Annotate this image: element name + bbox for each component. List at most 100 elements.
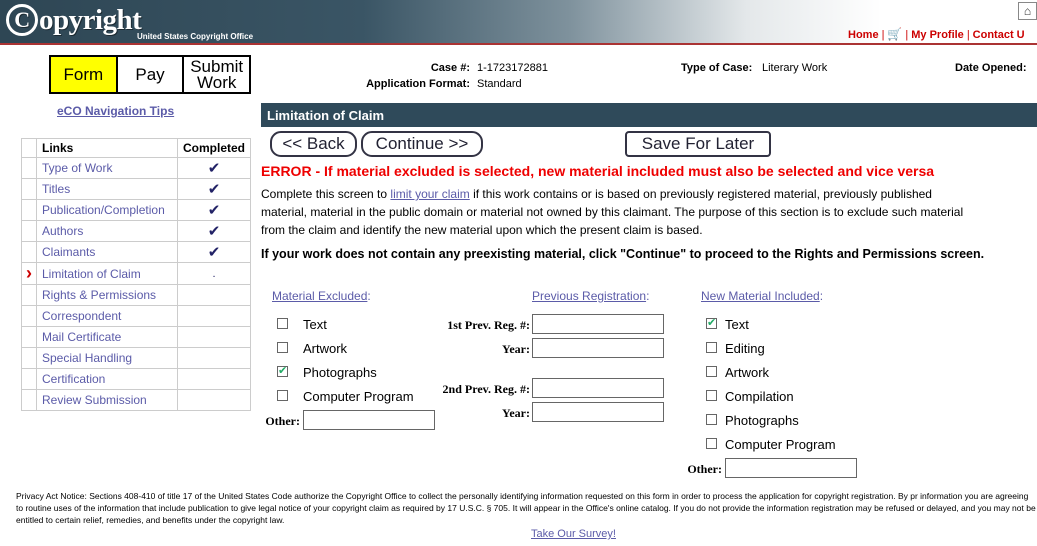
excluded-computer-program-checkbox[interactable] xyxy=(277,390,288,401)
new-computer-program-label: Computer Program xyxy=(725,437,836,452)
excluded-other-input[interactable] xyxy=(303,410,435,430)
new-compilation-label: Compilation xyxy=(725,389,794,404)
first-year-input[interactable] xyxy=(532,338,664,358)
row-marker xyxy=(21,389,37,411)
link-rights-permissions[interactable]: Rights & Permissions xyxy=(42,288,156,302)
step-form[interactable]: Form xyxy=(51,57,118,92)
marker-header xyxy=(21,138,37,158)
nav-separator: | xyxy=(966,29,970,41)
new-text-checkbox[interactable]: ✔ xyxy=(706,318,717,329)
link-special-handling[interactable]: Special Handling xyxy=(42,351,132,365)
link-review-submission[interactable]: Review Submission xyxy=(42,393,147,407)
link-correspondent[interactable]: Correspondent xyxy=(42,309,121,323)
new-material-heading: New Material Included: xyxy=(701,289,824,303)
navigation-tips-link[interactable]: eCO Navigation Tips xyxy=(57,104,174,118)
table-row: Rights & Permissions xyxy=(21,284,252,306)
logo-subtitle: United States Copyright Office xyxy=(137,32,254,41)
copyright-logo[interactable]: Copyright xyxy=(6,4,142,36)
intro-text: Complete this screen to limit your claim… xyxy=(261,185,981,239)
first-prev-reg-label: 1st Prev. Reg. #: xyxy=(447,318,530,332)
link-mail-certificate[interactable]: Mail Certificate xyxy=(42,330,121,344)
links-table-header: Links Completed xyxy=(21,138,252,158)
continue-button[interactable]: Continue >> xyxy=(361,131,483,157)
new-other-input[interactable] xyxy=(725,458,857,478)
links-column-header: Links xyxy=(36,138,178,158)
excluded-text-label: Text xyxy=(303,317,327,332)
home-icon[interactable]: ⌂ xyxy=(1018,2,1037,20)
row-marker xyxy=(21,326,37,348)
save-for-later-button[interactable]: Save For Later xyxy=(625,131,771,157)
logo-text: opyright xyxy=(39,4,142,36)
section-title: Limitation of Claim xyxy=(261,103,1037,127)
link-publication-completion[interactable]: Publication/Completion xyxy=(42,203,165,217)
table-row: Authors ✔ xyxy=(21,220,252,242)
new-photographs-checkbox[interactable] xyxy=(706,414,717,425)
second-prev-reg-label: 2nd Prev. Reg. #: xyxy=(442,382,530,396)
top-nav: Home | 🛒 | My Profile | Contact U xyxy=(848,27,1025,41)
table-row: Special Handling xyxy=(21,347,252,369)
completed-check-icon: ✔ xyxy=(176,199,252,221)
first-prev-reg-input[interactable] xyxy=(532,314,664,334)
new-compilation-checkbox[interactable] xyxy=(706,390,717,401)
link-claimants[interactable]: Claimants xyxy=(42,245,95,259)
row-marker xyxy=(21,347,37,369)
row-marker xyxy=(21,199,37,221)
type-of-case-label: Type of Case: xyxy=(681,62,753,74)
row-marker xyxy=(21,178,37,200)
new-photographs-label: Photographs xyxy=(725,413,799,428)
type-of-case-value: Literary Work xyxy=(762,62,828,74)
copyright-c-icon: C xyxy=(6,4,38,36)
excluded-artwork-checkbox[interactable] xyxy=(277,342,288,353)
excluded-text-checkbox[interactable] xyxy=(277,318,288,329)
intro-text-before: Complete this screen to xyxy=(261,187,391,201)
completed-status xyxy=(176,284,252,306)
completed-status xyxy=(176,305,252,327)
table-row: Certification xyxy=(21,368,252,390)
excluded-other-label: Other: xyxy=(265,414,300,428)
row-marker xyxy=(21,305,37,327)
new-computer-program-checkbox[interactable] xyxy=(706,438,717,449)
step-pay[interactable]: Pay xyxy=(117,57,185,92)
material-excluded-heading: Material Excluded: xyxy=(272,289,371,303)
completed-status xyxy=(176,347,252,369)
row-marker xyxy=(21,157,37,179)
limit-your-claim-link[interactable]: limit your claim xyxy=(390,187,469,201)
error-message: ERROR - If material excluded is selected… xyxy=(261,163,935,179)
contact-link[interactable]: Contact U xyxy=(973,29,1025,41)
case-number-label: Case #: xyxy=(430,62,470,74)
new-editing-checkbox[interactable] xyxy=(706,342,717,353)
second-year-input[interactable] xyxy=(532,402,664,422)
previous-registration-heading: Previous Registration: xyxy=(532,289,650,303)
case-number-value: 1-1723172881 xyxy=(477,62,548,74)
back-button[interactable]: << Back xyxy=(270,131,357,157)
step-submit-work[interactable]: Submit Work xyxy=(184,57,250,92)
table-row: Mail Certificate xyxy=(21,326,252,348)
table-row: Correspondent xyxy=(21,305,252,327)
new-artwork-label: Artwork xyxy=(725,365,770,380)
table-row: Review Submission xyxy=(21,389,252,411)
new-editing-label: Editing xyxy=(725,341,765,356)
survey-link[interactable]: Take Our Survey! xyxy=(531,528,616,540)
home-link[interactable]: Home xyxy=(848,29,879,41)
shopping-cart-icon[interactable]: 🛒 xyxy=(887,27,902,41)
completed-status xyxy=(176,389,252,411)
link-certification[interactable]: Certification xyxy=(42,372,105,386)
application-format-value: Standard xyxy=(477,78,522,90)
excluded-photographs-checkbox[interactable]: ✔ xyxy=(277,366,288,377)
new-artwork-checkbox[interactable] xyxy=(706,366,717,377)
second-prev-reg-input[interactable] xyxy=(532,378,664,398)
completed-check-icon: ✔ xyxy=(176,241,252,263)
row-marker xyxy=(21,284,37,306)
preexisting-material-notice: If your work does not contain any preexi… xyxy=(261,247,985,261)
link-limitation-of-claim[interactable]: Limitation of Claim xyxy=(42,267,141,281)
date-opened-label: Date Opened: xyxy=(955,62,1027,74)
link-titles[interactable]: Titles xyxy=(42,182,70,196)
row-marker xyxy=(21,220,37,242)
table-row: Titles ✔ xyxy=(21,178,252,200)
material-excluded-heading-text: Material Excluded xyxy=(272,289,368,303)
completed-check-icon: ✔ xyxy=(176,220,252,242)
link-authors[interactable]: Authors xyxy=(42,224,83,238)
new-other-label: Other: xyxy=(687,462,722,476)
my-profile-link[interactable]: My Profile xyxy=(911,29,964,41)
link-type-of-work[interactable]: Type of Work xyxy=(42,161,112,175)
